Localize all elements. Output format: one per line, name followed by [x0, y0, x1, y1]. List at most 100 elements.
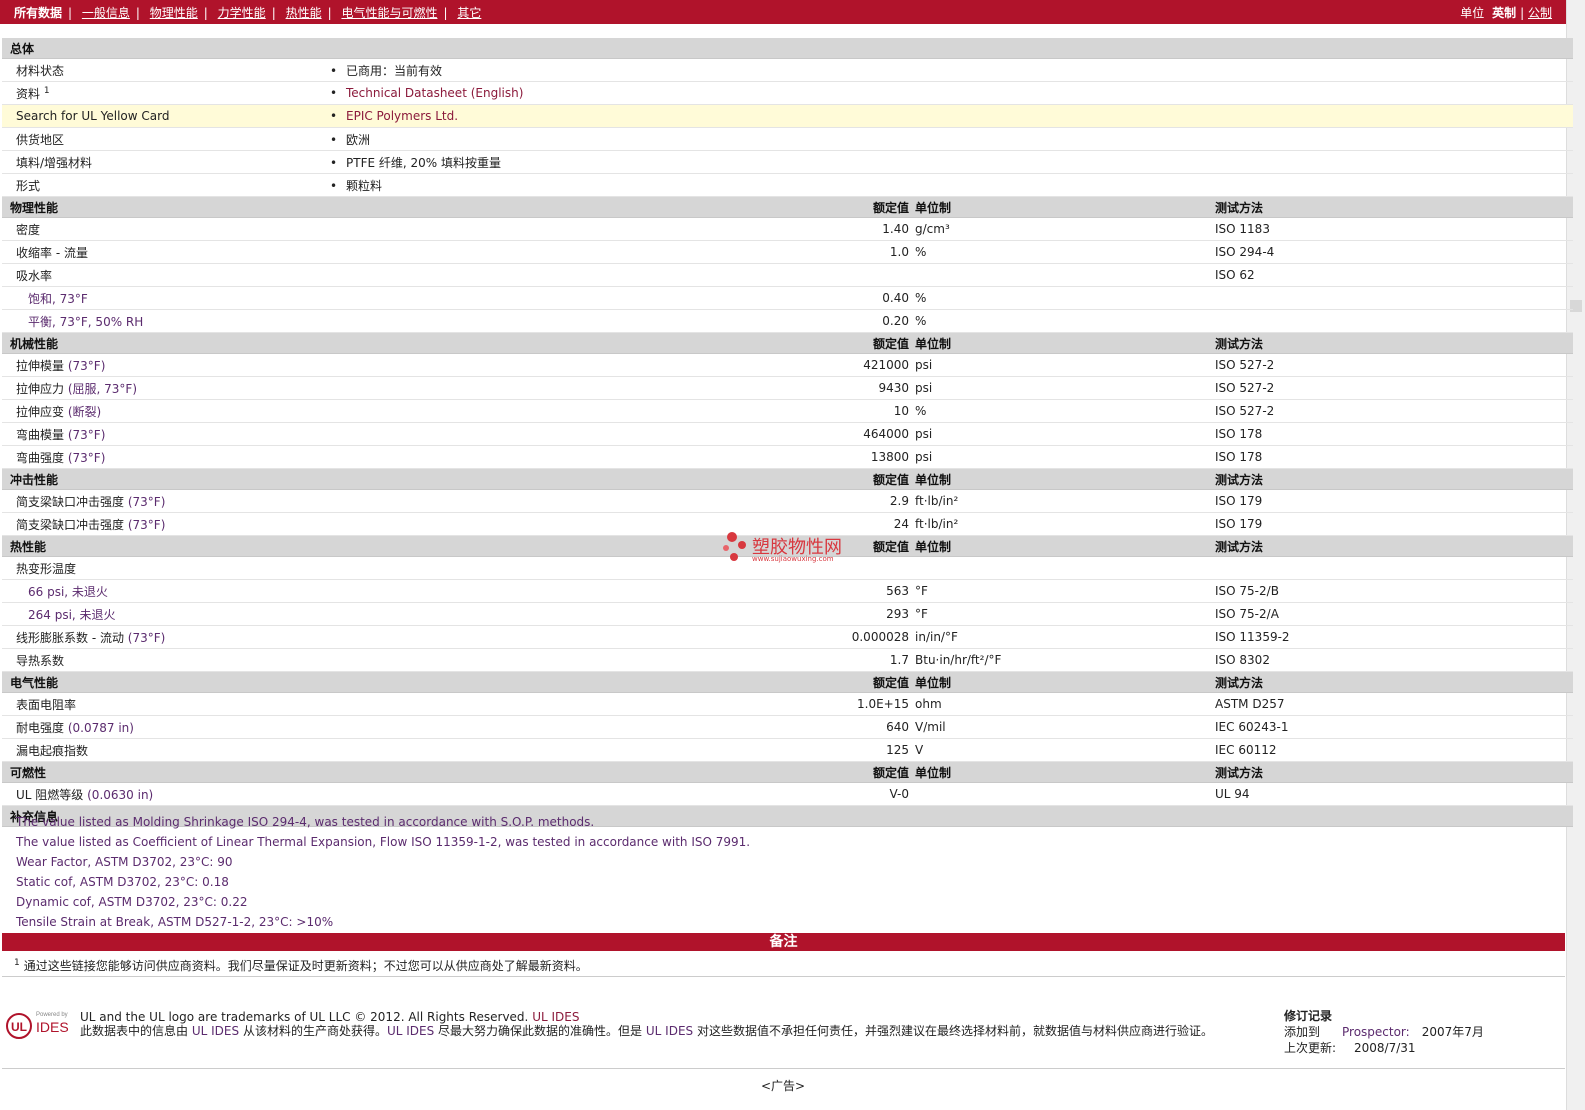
row-unit — [915, 556, 1215, 580]
added-to: Prospector: — [1342, 1025, 1410, 1039]
row-label: 收缩率 - 流量 — [2, 240, 330, 264]
row-unit: in/in/°F — [915, 625, 1215, 649]
row-label: 耐电强度 — [16, 720, 65, 735]
ul-ides-link[interactable]: UL IDES — [532, 1010, 579, 1024]
ul-ides-link[interactable]: UL IDES — [387, 1024, 434, 1038]
ul-logo-icon: UL Powered by IDES — [6, 1012, 69, 1039]
added-label: 添加到 — [1284, 1025, 1321, 1039]
row-value: 已商用：当前有效 — [346, 63, 443, 78]
row-unit: psi — [915, 422, 1215, 446]
nav-all-data[interactable]: 所有数据 — [14, 6, 62, 20]
section-mechanical: 机械性能 额定值 单位制 测试方法 — [2, 332, 1573, 354]
table-row: 表面电阻率 1.0E+15 ohm ASTM D257 — [2, 692, 1573, 716]
note-line: The value listed as Coefficient of Linea… — [16, 835, 751, 849]
watermark-url: www.sujiaowuxing.com — [752, 555, 834, 563]
table-row: 饱和, 73°F 0.40% — [2, 286, 1573, 310]
table-row: 拉伸模量 (73°F) 421000 psi ISO 527-2 — [2, 353, 1573, 377]
table-row: 漏电起痕指数 125 V IEC 60112 — [2, 738, 1573, 762]
row-condition: (屈服, 73°F) — [67, 381, 138, 396]
section-physical: 物理性能 额定值 单位制 测试方法 — [2, 196, 1573, 218]
row-value — [330, 263, 915, 287]
col-unit: 单位制 — [915, 468, 1215, 490]
table-row: 形式 • 颗粒料 — [2, 173, 1573, 197]
row-condition: (断裂) — [67, 404, 102, 419]
revision-title: 修订记录 — [1284, 1009, 1333, 1023]
added-date: 2007年7月 — [1421, 1025, 1484, 1039]
row-method: ISO 178 — [1215, 422, 1573, 446]
section-title: 物理性能 — [2, 196, 330, 218]
table-row: 66 psi, 未退火 563 °F ISO 75-2/B — [2, 579, 1573, 603]
row-label: 拉伸应变 — [16, 404, 65, 419]
note-line: Wear Factor, ASTM D3702, 23°C: 90 — [16, 855, 233, 869]
disclaimer-text: 从该材料的生产商处获得。 — [242, 1024, 387, 1038]
row-method: ISO 527-2 — [1215, 376, 1573, 400]
row-unit — [915, 263, 1215, 287]
revision-history: 修订记录 添加到 Prospector: 2007年7月 上次更新: 2008/7/3… — [1284, 1008, 1484, 1056]
row-label: 吸水率 — [2, 263, 330, 287]
row-unit: % — [915, 286, 1215, 310]
row-value: 0.20 — [330, 309, 915, 333]
svg-text:Powered by: Powered by — [36, 1012, 68, 1018]
col-nominal: 额定值 — [330, 468, 915, 490]
nav-general-info[interactable]: 一般信息 — [82, 6, 130, 20]
row-value: 640 — [330, 715, 915, 739]
nav-thermal[interactable]: 热性能 — [286, 6, 322, 20]
row-label: 填料/增强材料 — [2, 150, 330, 174]
watermark: 塑胶物性网 www.sujiaowuxing.com — [722, 531, 862, 571]
updated-date: 2008/7/31 — [1354, 1041, 1416, 1055]
row-unit: Btu·in/hr/ft²/°F — [915, 648, 1215, 672]
units-label: 单位 — [1460, 6, 1485, 20]
table-row: 拉伸应变 (断裂) 10% ISO 527-2 — [2, 399, 1573, 423]
col-method: 测试方法 — [1215, 761, 1573, 783]
watermark-dots-icon — [723, 532, 746, 561]
table-row: 导热系数 1.7 Btu·in/hr/ft²/°F ISO 8302 — [2, 648, 1573, 672]
ul-ides-link[interactable]: UL IDES — [192, 1024, 239, 1038]
section-electrical: 电气性能 额定值 单位制 测试方法 — [2, 671, 1573, 693]
ul-ides-link[interactable]: UL IDES — [646, 1024, 693, 1038]
section-title: 总体 — [2, 38, 330, 59]
datasheet-link[interactable]: Technical Datasheet (English) — [346, 86, 523, 100]
row-method — [1215, 286, 1573, 310]
row-label: 线形膨胀系数 - 流动 — [16, 630, 124, 645]
section-title: 冲击性能 — [2, 468, 330, 490]
row-condition: (0.0787 in) — [67, 720, 134, 735]
row-label: 材料状态 — [2, 58, 330, 82]
nav-electrical-flammability[interactable]: 电气性能与可燃性 — [341, 6, 437, 20]
row-label: 简支梁缺口冲击强度 — [16, 517, 125, 532]
legal-text: UL and the UL logo are trademarks of UL … — [80, 1010, 1265, 1038]
col-unit: 单位制 — [915, 196, 1215, 218]
supplier-link[interactable]: EPIC Polymers Ltd. — [346, 109, 458, 123]
row-label: 形式 — [2, 173, 330, 197]
row-value: PTFE 纤维, 20% 填料按重量 — [346, 155, 501, 170]
table-row: UL 阻燃等级 (0.0630 in) V-0 UL 94 — [2, 782, 1573, 806]
col-unit: 单位制 — [915, 332, 1215, 354]
table-row: 收缩率 - 流量 1.0% ISO 294-4 — [2, 240, 1573, 264]
row-condition: (73°F) — [67, 358, 106, 373]
row-value: 2.9 — [330, 489, 915, 513]
row-value: 1.0E+15 — [330, 692, 915, 716]
table-row: 供货地区 • 欧洲 — [2, 127, 1573, 151]
col-method: 测试方法 — [1215, 671, 1573, 693]
note-line: Static cof, ASTM D3702, 23°C: 0.18 — [16, 875, 229, 889]
units-metric-link[interactable]: 公制 — [1528, 6, 1552, 20]
table-row: 吸水率 ISO 62 — [2, 263, 1573, 287]
row-method: ISO 178 — [1215, 445, 1573, 469]
section-general: 总体 — [2, 38, 1573, 59]
row-method: ISO 294-4 — [1215, 240, 1573, 264]
row-unit — [915, 782, 1215, 806]
row-value: 10 — [330, 399, 915, 423]
row-label: UL 阻燃等级 — [16, 787, 84, 802]
row-value: 欧洲 — [346, 132, 371, 147]
nav-mechanical[interactable]: 力学性能 — [218, 6, 266, 20]
row-unit: ft·lb/in² — [915, 489, 1215, 513]
table-row: 耐电强度 (0.0787 in) 640 V/mil IEC 60243-1 — [2, 715, 1573, 739]
row-value: 125 — [330, 738, 915, 762]
divider — [2, 976, 1565, 977]
section-title: 电气性能 — [2, 671, 330, 693]
row-method: ISO 527-2 — [1215, 353, 1573, 377]
nav-other[interactable]: 其它 — [457, 6, 481, 20]
row-method: IEC 60243-1 — [1215, 715, 1573, 739]
row-label: 简支梁缺口冲击强度 — [16, 494, 125, 509]
nav-physical[interactable]: 物理性能 — [150, 6, 198, 20]
table-row: 简支梁缺口冲击强度 (73°F) 2.9 ft·lb/in² ISO 179 — [2, 489, 1573, 513]
